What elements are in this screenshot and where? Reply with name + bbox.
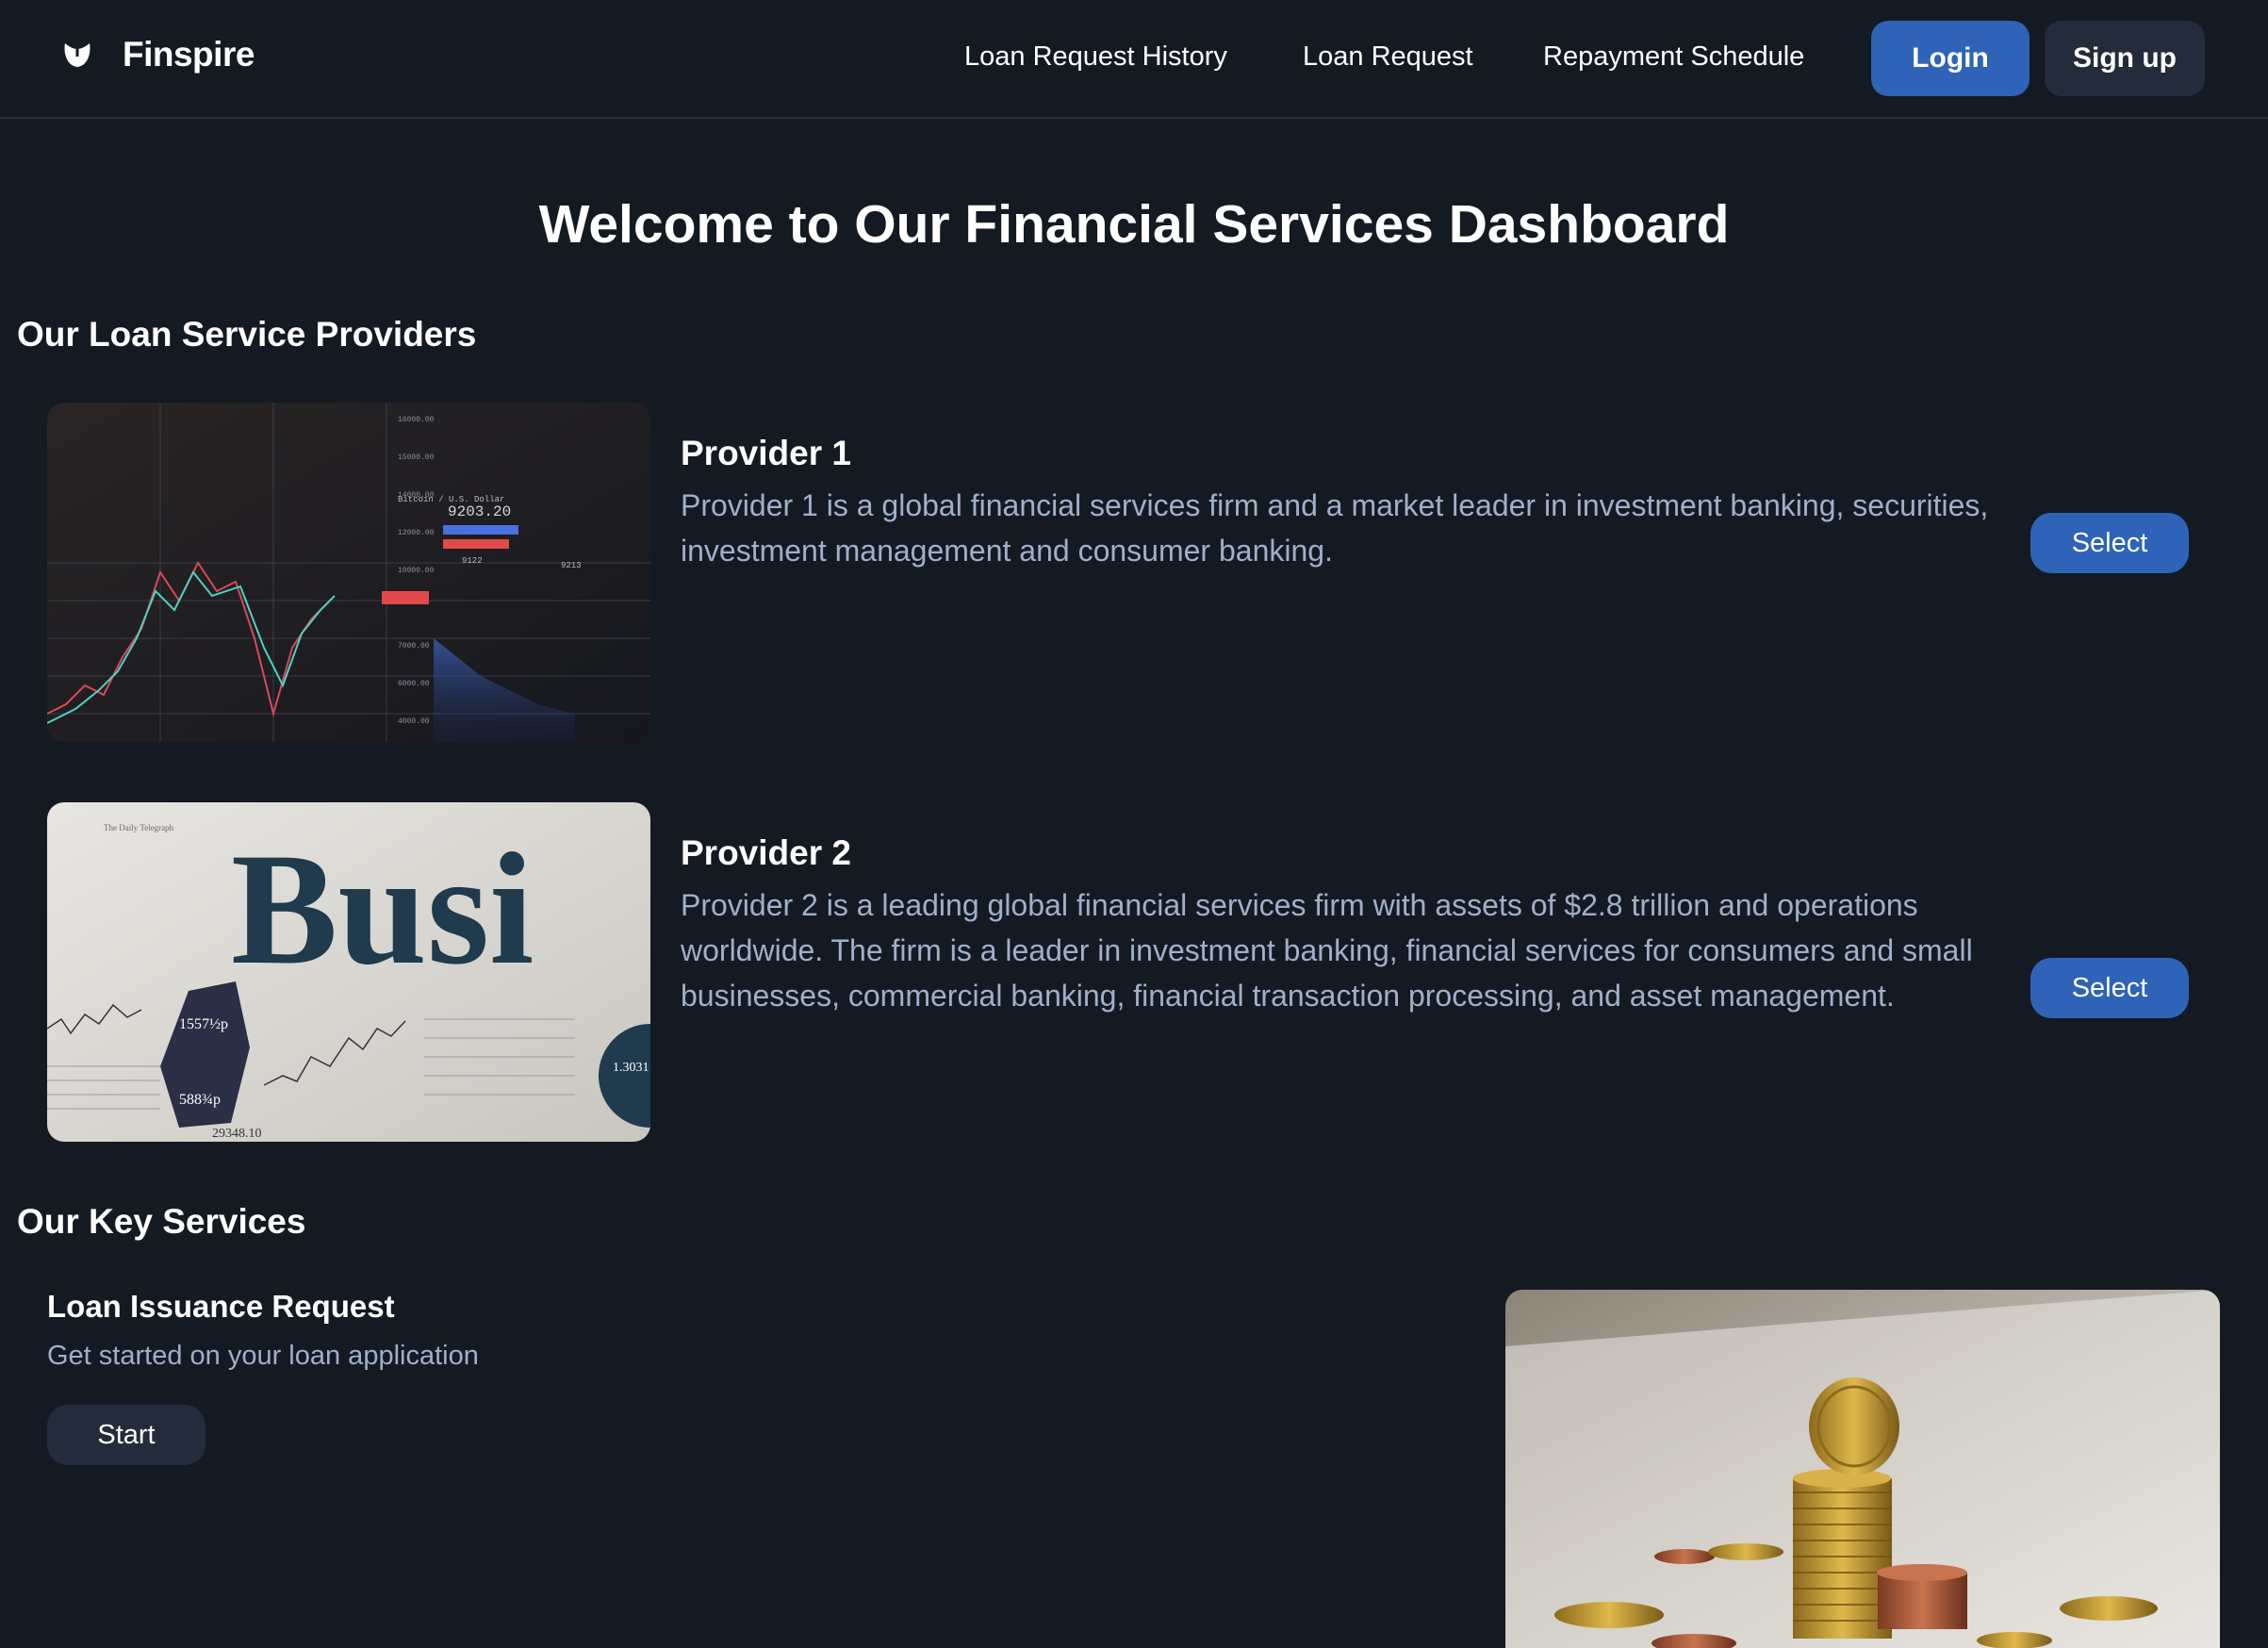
provider-2-description: Provider 2 is a leading global financial… <box>681 888 1973 1013</box>
stock-trading-chart-photo: Bitcoin / U.S. Dollar 9122 9213 16000.00… <box>47 403 650 742</box>
signup-button[interactable]: Sign up <box>2045 21 2205 96</box>
svg-text:1.3031: 1.3031 <box>613 1061 649 1075</box>
provider-2-image: Busi The Daily Telegraph 1557½p 588¾p 1.… <box>47 802 650 1142</box>
provider-2-name: Provider 2 <box>681 833 851 872</box>
providers-section-title: Our Loan Service Providers <box>17 315 477 354</box>
login-button[interactable]: Login <box>1871 21 2030 96</box>
provider-2-select-button[interactable]: Select <box>2030 958 2189 1018</box>
svg-text:12000.00: 12000.00 <box>398 529 435 537</box>
svg-text:9203.20: 9203.20 <box>448 503 511 520</box>
page-title: Welcome to Our Financial Services Dashbo… <box>538 194 1730 255</box>
nav-link-loan-request-history[interactable]: Loan Request History <box>964 41 1227 73</box>
svg-text:9122: 9122 <box>462 556 483 566</box>
service-image <box>1505 1290 2220 1648</box>
svg-text:16000.00: 16000.00 <box>398 416 435 424</box>
service-loan-issuance-title: Loan Issuance Request <box>47 1289 395 1324</box>
svg-text:15000.00: 15000.00 <box>398 453 435 462</box>
stacked-coins-photo <box>1505 1290 2220 1648</box>
service-loan-issuance-description: Get started on your loan application <box>47 1341 479 1371</box>
svg-text:4000.00: 4000.00 <box>398 717 430 726</box>
svg-text:Busi: Busi <box>231 820 534 997</box>
svg-text:29348.10: 29348.10 <box>212 1127 262 1141</box>
svg-text:7000.00: 7000.00 <box>398 642 430 651</box>
start-button[interactable]: Start <box>47 1405 205 1465</box>
svg-text:6000.00: 6000.00 <box>398 680 430 688</box>
services-section-title: Our Key Services <box>17 1202 306 1241</box>
svg-text:The Daily Telegraph: The Daily Telegraph <box>104 823 174 832</box>
nav-link-loan-request[interactable]: Loan Request <box>1303 41 1473 73</box>
svg-text:1557½p: 1557½p <box>179 1016 228 1032</box>
provider-1-image: Bitcoin / U.S. Dollar 9122 9213 16000.00… <box>47 403 650 742</box>
svg-text:588¾p: 588¾p <box>179 1092 221 1108</box>
svg-text:14000.00: 14000.00 <box>398 491 435 500</box>
top-navbar: Finspire Loan Request History Loan Reque… <box>0 0 2268 119</box>
provider-1-name: Provider 1 <box>681 434 851 472</box>
provider-1-description: Provider 1 is a global financial service… <box>681 488 1989 568</box>
provider-1-select-button[interactable]: Select <box>2030 513 2189 573</box>
business-newspaper-photo: Busi The Daily Telegraph 1557½p 588¾p 1.… <box>47 802 650 1142</box>
nav-link-repayment-schedule[interactable]: Repayment Schedule <box>1543 41 1804 73</box>
svg-text:10000.00: 10000.00 <box>398 567 435 575</box>
svg-text:9213: 9213 <box>561 561 582 570</box>
